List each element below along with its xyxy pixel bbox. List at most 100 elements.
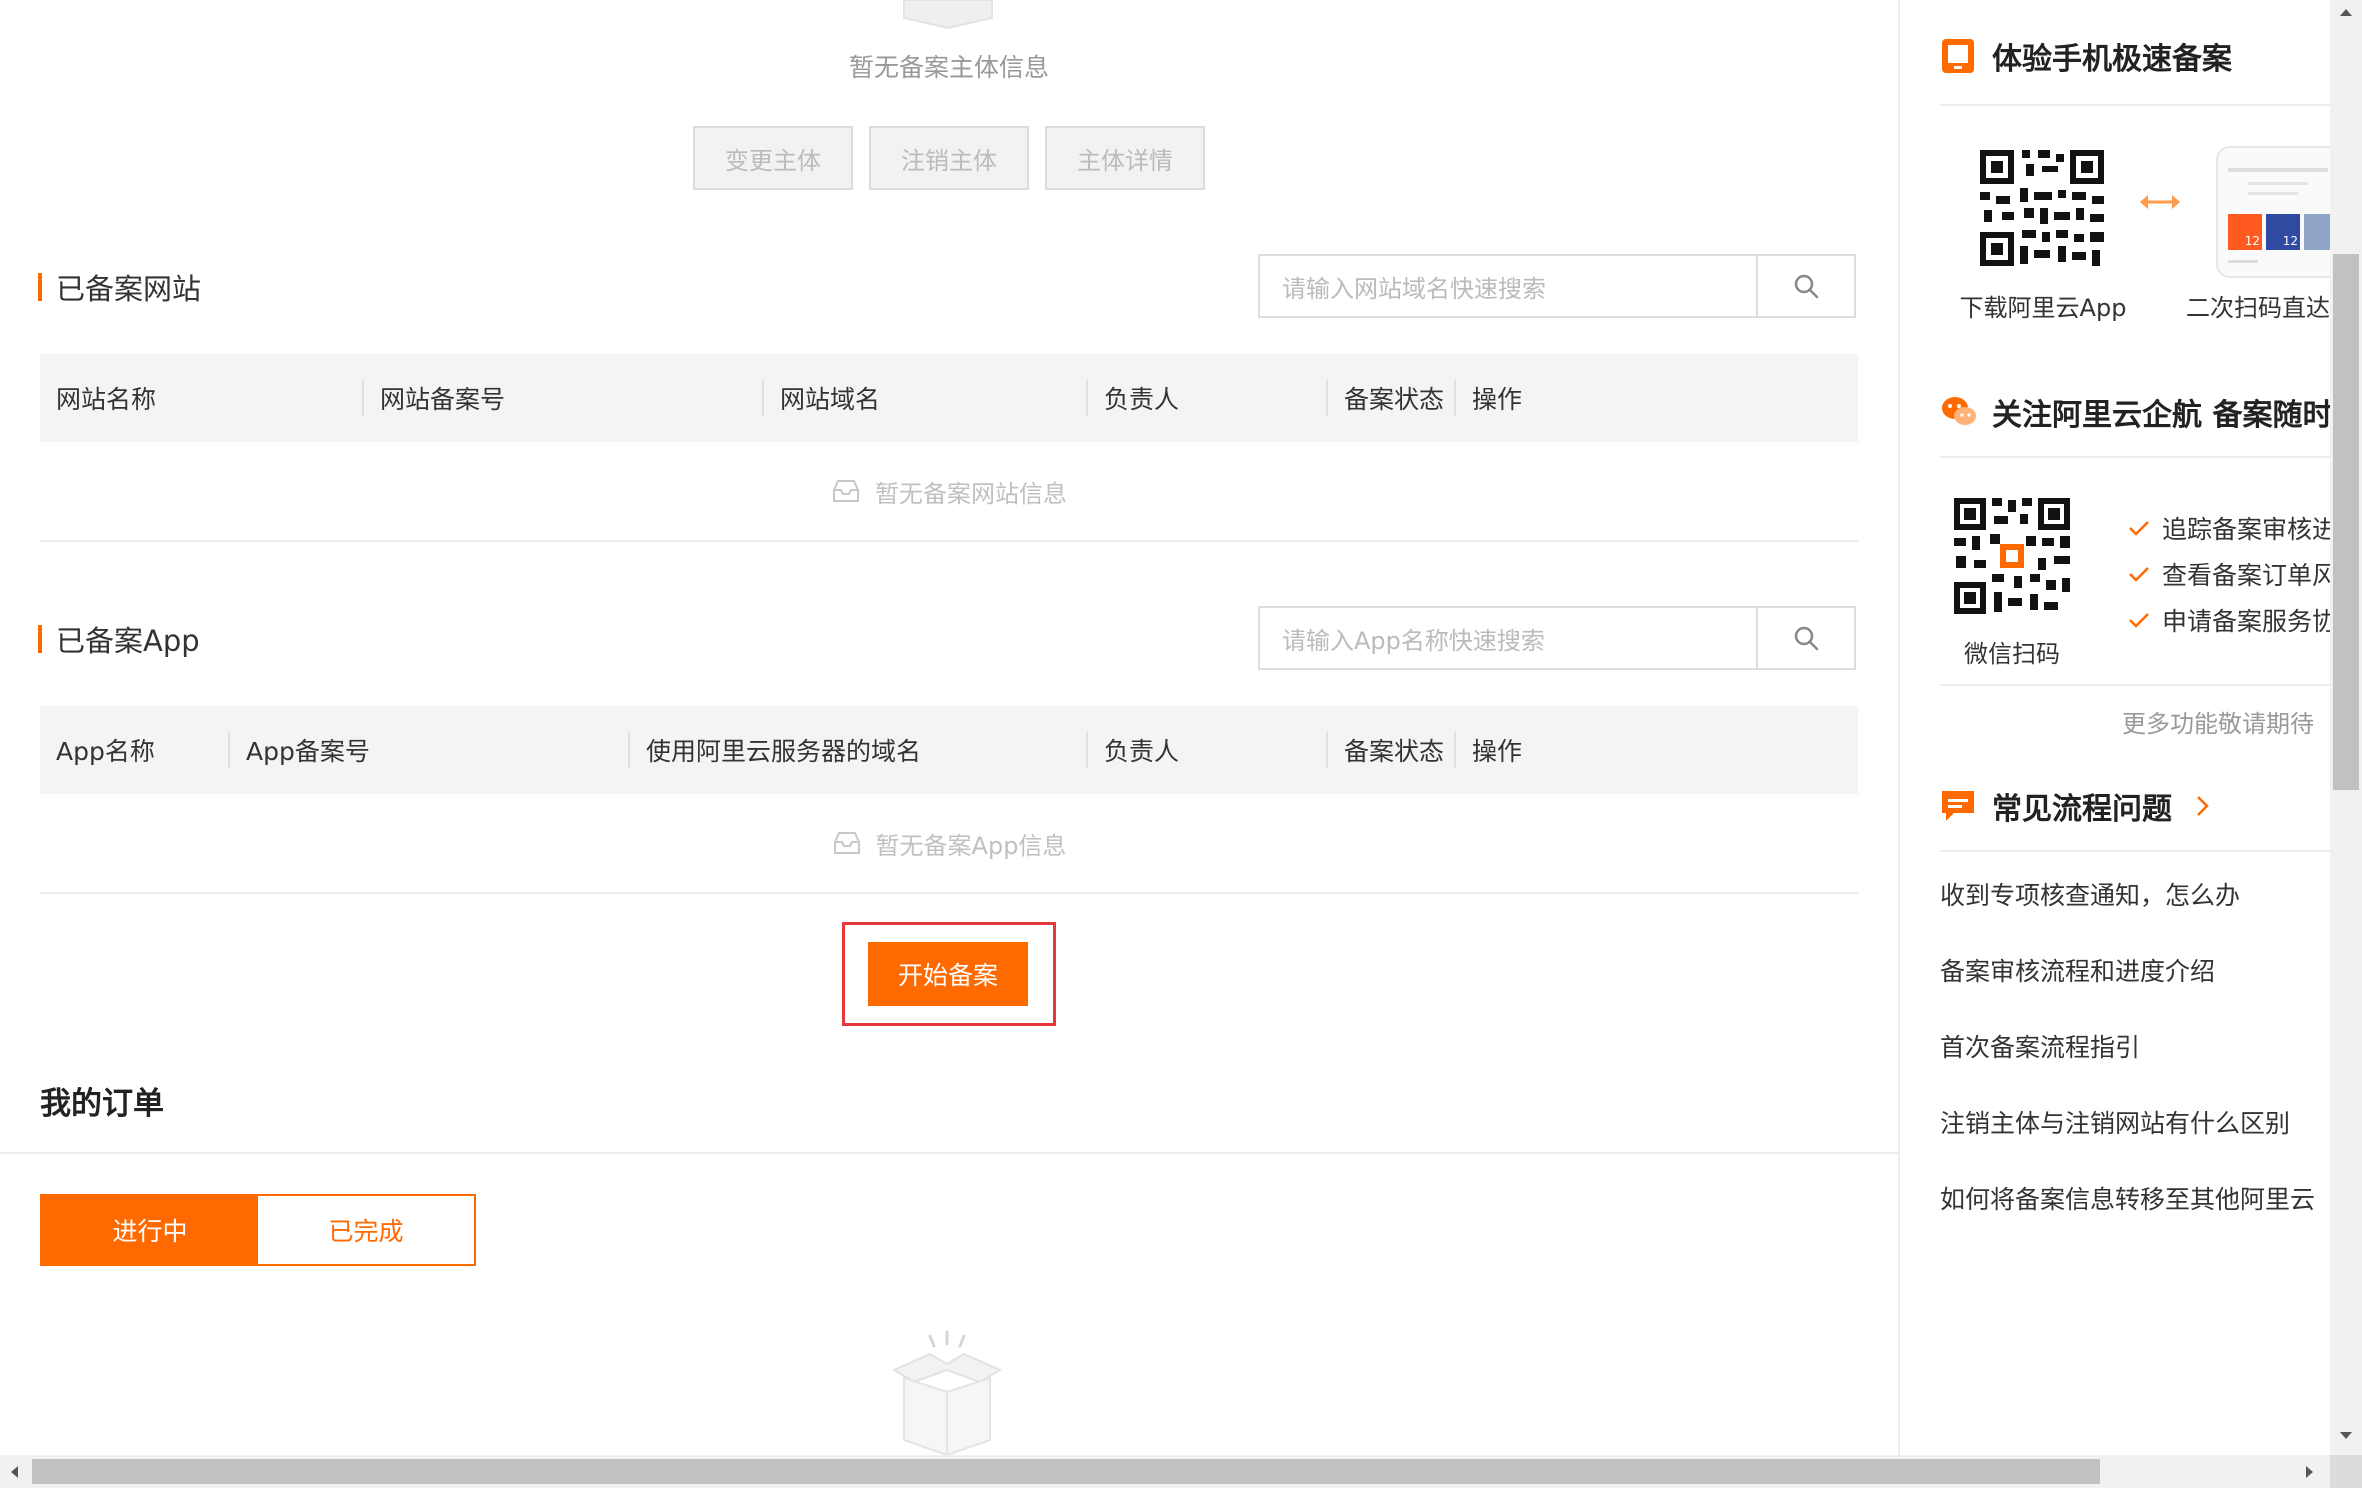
mobile-icon: [1942, 39, 1974, 73]
feature-item: 申请备案服务协: [2128, 602, 2330, 638]
faq-link[interactable]: 注销主体与注销网站有什么区别: [1940, 1104, 2290, 1140]
col-app-domain: 使用阿里云服务器的域名: [646, 737, 922, 766]
apps-title-text: 已备案App: [56, 624, 200, 658]
websites-empty-row: 暂无备案网站信息: [40, 442, 1858, 542]
wechat-title-text: 关注阿里云企航 备案随时: [1992, 398, 2330, 433]
app-search-input[interactable]: 请输入App名称快速搜索: [1260, 608, 1756, 668]
feature-item: 查看备案订单风: [2128, 556, 2330, 592]
column-divider: [362, 380, 364, 416]
apps-section-title: 已备案App: [38, 618, 200, 660]
col-app-name: App名称: [56, 737, 155, 766]
feature-text: 申请备案服务协: [2162, 607, 2330, 636]
check-icon: [2129, 521, 2149, 536]
side-divider: [1940, 456, 2330, 458]
horizontal-scrollbar[interactable]: [0, 1455, 2330, 1488]
faq-title[interactable]: 常见流程问题: [1940, 784, 2212, 828]
app-search: 请输入App名称快速搜索: [1258, 606, 1856, 670]
col-app-status: 备案状态: [1344, 737, 1445, 766]
section-accent-bar: [38, 625, 42, 653]
tab-completed[interactable]: 已完成: [258, 1196, 474, 1264]
column-divider: [1326, 380, 1328, 416]
feature-text: 查看备案订单风: [2162, 561, 2330, 590]
inbox-icon: [833, 480, 859, 502]
start-filing-button[interactable]: 开始备案: [868, 942, 1028, 1006]
tab-in-progress[interactable]: 进行中: [42, 1196, 258, 1264]
scroll-down-arrow-icon[interactable]: [2338, 1430, 2354, 1442]
col-app-owner: 负责人: [1104, 737, 1180, 766]
vertical-scrollbar[interactable]: [2330, 0, 2362, 1455]
website-search: 请输入网站域名快速搜索: [1258, 254, 1856, 318]
more-features-text: 更多功能敬请期待: [2122, 710, 2314, 738]
subject-empty-text: 暂无备案主体信息: [848, 53, 1049, 82]
app-search-button[interactable]: [1756, 608, 1854, 668]
phone-line: [2248, 182, 2308, 185]
scroll-up-arrow-icon[interactable]: [2338, 6, 2354, 18]
empty-box-icon: [891, 1330, 1003, 1455]
horizontal-scroll-thumb[interactable]: [32, 1459, 2100, 1484]
wechat-qr-code[interactable]: [1950, 494, 2074, 618]
check-icon: [2129, 567, 2149, 582]
col-site-name: 网站名称: [56, 385, 157, 414]
websites-empty-text: 暂无备案网站信息: [875, 479, 1067, 508]
faq-link[interactable]: 首次备案流程指引: [1940, 1028, 2140, 1064]
orders-divider: [0, 1152, 1898, 1154]
phone-line: [2228, 168, 2328, 172]
wechat-title: 关注阿里云企航 备案随时: [1940, 390, 2330, 434]
column-divider: [1454, 380, 1456, 416]
orders-title: 我的订单: [40, 1086, 164, 1122]
feature-item: 追踪备案审核进: [2128, 510, 2330, 546]
column-divider: [762, 380, 764, 416]
wechat-icon: [1942, 397, 1976, 425]
column-divider: [228, 732, 230, 768]
apps-empty-row: 暂无备案App信息: [40, 794, 1858, 894]
check-icon: [2129, 613, 2149, 628]
column-divider: [1086, 380, 1088, 416]
apps-table-header: App名称 App备案号 使用阿里云服务器的域名 负责人 备案状态 操作: [40, 706, 1858, 794]
section-accent-bar: [38, 273, 42, 301]
change-subject-button[interactable]: 变更主体: [693, 126, 853, 190]
inbox-icon: [833, 832, 860, 854]
mobile-filing-title: 体验手机极速备案: [1940, 34, 2232, 78]
phone-tile-gray: [2304, 214, 2330, 250]
faq-title-text: 常见流程问题: [1992, 792, 2172, 827]
side-divider: [1940, 104, 2330, 106]
chat-icon: [1942, 791, 1974, 821]
faq-link[interactable]: 收到专项核查通知，怎么办: [1940, 876, 2240, 912]
column-divider: [1454, 732, 1456, 768]
empty-box-icon: [903, 0, 993, 30]
phone-line: [2228, 260, 2258, 263]
wechat-qr-caption: 微信扫码: [1964, 640, 2060, 668]
scrollbar-corner: [2330, 1455, 2362, 1488]
feature-text: 追踪备案审核进: [2162, 515, 2330, 544]
website-search-input[interactable]: 请输入网站域名快速搜索: [1260, 256, 1756, 316]
side-divider: [1940, 684, 2330, 686]
scroll-right-arrow-icon[interactable]: [2304, 1464, 2316, 1480]
subject-detail-button[interactable]: 主体详情: [1045, 126, 1205, 190]
cancel-subject-button[interactable]: 注销主体: [869, 126, 1029, 190]
faq-link[interactable]: 如何将备案信息转移至其他阿里云: [1940, 1180, 2315, 1216]
col-site-owner: 负责人: [1104, 385, 1180, 414]
faq-link[interactable]: 备案审核流程和进度介绍: [1940, 952, 2215, 988]
phone-preview: 12 12: [2216, 146, 2330, 278]
app-qr-caption: 下载阿里云App: [1959, 294, 2127, 322]
apps-empty-text: 暂无备案App信息: [875, 831, 1067, 860]
scroll-left-arrow-icon[interactable]: [8, 1464, 20, 1480]
chevron-right-icon: [2197, 796, 2209, 816]
phone-tile-orange: 12: [2228, 214, 2262, 250]
website-search-button[interactable]: [1756, 256, 1854, 316]
search-icon: [1794, 626, 1819, 651]
websites-section-title: 已备案网站: [38, 266, 201, 308]
websites-table-header: 网站名称 网站备案号 网站域名 负责人 备案状态 操作: [40, 354, 1858, 442]
col-site-actions: 操作: [1472, 385, 1523, 414]
orders-tabs: 进行中 已完成: [40, 1194, 476, 1266]
col-site-domain: 网站域名: [780, 385, 881, 414]
mobile-filing-title-text: 体验手机极速备案: [1992, 42, 2232, 77]
search-icon: [1794, 274, 1819, 299]
column-divider: [1326, 732, 1328, 768]
col-app-record-no: App备案号: [246, 737, 370, 766]
phone-tile-blue: 12: [2266, 214, 2300, 250]
app-qr-code[interactable]: [1976, 146, 2108, 270]
column-divider: [1086, 732, 1088, 768]
vertical-scroll-thumb[interactable]: [2333, 254, 2359, 790]
side-panel: 体验手机极速备案 下载阿里云App 12 12 二次扫码直达 关注阿里云企航 备…: [1898, 0, 2330, 1455]
